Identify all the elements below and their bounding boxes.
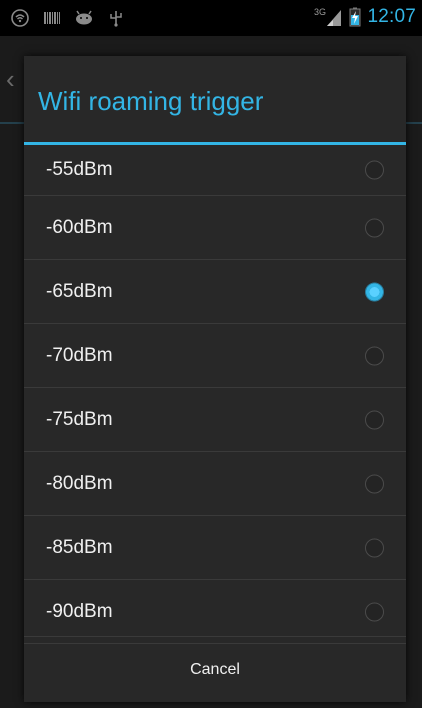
option-75dbm[interactable]: -75dBm xyxy=(24,388,406,452)
option-label: -65dBm xyxy=(46,280,113,302)
option-60dbm[interactable]: -60dBm xyxy=(24,196,406,260)
usb-icon xyxy=(110,11,122,27)
wifi-roaming-trigger-dialog: Wifi roaming trigger -55dBm -60dBm -65dB… xyxy=(24,56,406,702)
option-label: -75dBm xyxy=(46,408,113,430)
options-list: -55dBm -60dBm -65dBm -70dBm -75dBm -80dB… xyxy=(24,145,406,644)
option-label: -90dBm xyxy=(46,600,113,622)
option-label: -80dBm xyxy=(46,472,113,494)
radio-button[interactable] xyxy=(365,410,384,429)
option-65dbm[interactable]: -65dBm xyxy=(24,260,406,324)
status-bar: 3G 12:07 xyxy=(0,0,422,36)
option-label: -85dBm xyxy=(46,536,113,558)
option-85dbm[interactable]: -85dBm xyxy=(24,516,406,580)
radio-button[interactable] xyxy=(365,160,384,180)
screen: 3G 12:07 ‹ Wifi roaming trigger -55dBm -… xyxy=(0,0,422,708)
back-chevron-icon: ‹ xyxy=(6,64,15,94)
option-label: -55dBm xyxy=(46,159,113,180)
barcode-icon xyxy=(44,12,60,24)
radio-button[interactable] xyxy=(365,218,384,237)
option-label: -70dBm xyxy=(46,344,113,366)
wifi-portable-icon xyxy=(11,9,29,27)
option-70dbm[interactable]: -70dBm xyxy=(24,324,406,388)
cancel-button[interactable]: Cancel xyxy=(24,637,406,703)
radio-button[interactable] xyxy=(365,474,384,493)
signal-icon: 3G xyxy=(314,7,342,26)
dialog-button-bar: Cancel xyxy=(24,636,406,703)
option-80dbm[interactable]: -80dBm xyxy=(24,452,406,516)
status-bar-system: 3G 12:07 xyxy=(313,6,416,28)
radio-button-selected[interactable] xyxy=(365,282,384,301)
network-type-label: 3G xyxy=(314,7,326,17)
battery-charging-icon xyxy=(349,7,361,27)
option-55dbm[interactable]: -55dBm xyxy=(24,145,406,196)
option-label: -60dBm xyxy=(46,216,113,238)
option-90dbm[interactable]: -90dBm xyxy=(24,580,406,644)
android-icon xyxy=(76,10,92,25)
clock: 12:07 xyxy=(367,6,416,27)
radio-button[interactable] xyxy=(365,602,384,621)
radio-button[interactable] xyxy=(365,346,384,365)
dialog-title: Wifi roaming trigger xyxy=(38,86,264,116)
radio-button[interactable] xyxy=(365,538,384,557)
status-bar-notifications xyxy=(10,8,126,28)
